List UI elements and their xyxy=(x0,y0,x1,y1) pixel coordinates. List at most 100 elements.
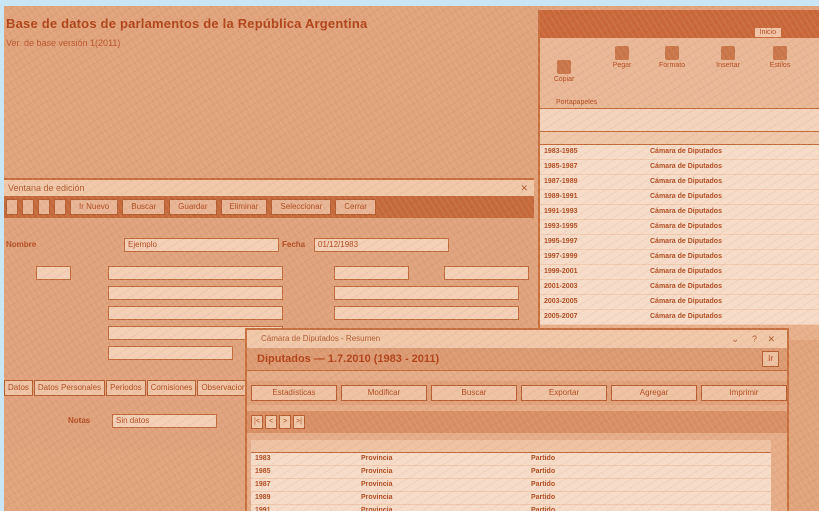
cell-period: 1995-1997 xyxy=(544,238,578,245)
text-field-4[interactable] xyxy=(334,306,519,320)
dialog-nav: |< < > >| xyxy=(247,411,787,433)
dialog-heading-text: Diputados — 1.7.2010 (1983 - 2011) xyxy=(257,353,440,365)
table-row[interactable]: 1993-1995 Cámara de Diputados xyxy=(540,220,819,235)
field-date-label: Fecha xyxy=(282,240,306,249)
notes-label: Notas xyxy=(68,416,91,425)
toolbar-button-save[interactable]: Guardar xyxy=(169,199,217,215)
table-row[interactable]: 1983-1985 Cámara de Diputados xyxy=(540,145,819,160)
stats-button[interactable]: Estadísticas xyxy=(251,385,337,401)
nav-first-icon[interactable]: |< xyxy=(251,415,263,429)
ribbon-copy-button[interactable]: Copiar xyxy=(544,60,584,83)
combo-field-3[interactable] xyxy=(444,266,529,280)
table-row[interactable]: 1987-1989 Cámara de Diputados xyxy=(540,175,819,190)
toolbar-select[interactable]: Seleccionar xyxy=(271,199,332,215)
cell-chamber: Cámara de Diputados xyxy=(650,313,722,320)
ribbon-tab-home[interactable]: Inicio xyxy=(754,28,781,37)
edit-window-titlebar: Ventana de edición ✕ xyxy=(4,180,534,196)
cell-period: 1993-1995 xyxy=(544,223,578,230)
formula-bar[interactable] xyxy=(540,109,819,132)
nav-next-icon[interactable]: > xyxy=(279,415,291,429)
cell-period: 1999-2001 xyxy=(544,268,578,275)
list-item[interactable]: 1983 Provincia Partido xyxy=(251,453,771,466)
cell-period: 1985-1987 xyxy=(544,163,578,170)
ribbon-paste-button[interactable]: Pegar xyxy=(602,46,642,69)
dialog-table: 1983 Provincia Partido 1985 Provincia Partido… xyxy=(251,440,771,511)
text-field-1[interactable] xyxy=(108,286,283,300)
toolbar-button-delete[interactable]: Eliminar xyxy=(220,199,268,215)
ribbon-insert-button[interactable]: Insertar xyxy=(708,46,748,69)
tab-comisiones[interactable]: Comisiones xyxy=(146,380,197,396)
combo-field-1[interactable] xyxy=(108,266,283,280)
add-button[interactable]: Agregar xyxy=(611,385,697,401)
toolbar-button-new[interactable]: Ir Nuevo xyxy=(70,199,119,215)
table-row[interactable]: 1989-1991 Cámara de Diputados xyxy=(540,190,819,205)
help-icon[interactable]: ? xyxy=(752,330,757,348)
minimize-icon[interactable]: ⌄ xyxy=(731,330,739,348)
table-row[interactable]: 2003-2005 Cámara de Diputados xyxy=(540,295,819,310)
table-row[interactable]: 1999-2001 Cámara de Diputados xyxy=(540,265,819,280)
list-cell: Provincia xyxy=(361,468,393,475)
dialog-spacer xyxy=(247,371,787,381)
table-row[interactable]: 1995-1997 Cámara de Diputados xyxy=(540,235,819,250)
list-cell: Provincia xyxy=(361,455,393,462)
list-item[interactable]: 1987 Provincia Partido xyxy=(251,479,771,492)
desktop-background: Base de datos de parlamentos de la Repúb… xyxy=(4,6,819,511)
text-field-2[interactable] xyxy=(334,286,519,300)
list-cell: Partido xyxy=(531,468,556,475)
dialog-table-rows: 1983 Provincia Partido 1985 Provincia Partido… xyxy=(251,453,771,511)
table-row[interactable]: 2005-2007 Cámara de Diputados xyxy=(540,310,819,325)
cell-chamber: Cámara de Diputados xyxy=(650,268,722,275)
first-record-icon[interactable] xyxy=(6,199,18,215)
list-cell: 1987 xyxy=(255,481,271,488)
text-field-3[interactable] xyxy=(108,306,283,320)
list-cell: 1989 xyxy=(255,494,271,501)
list-item[interactable]: 1989 Provincia Partido xyxy=(251,492,771,505)
nav-last-icon[interactable]: >| xyxy=(293,415,305,429)
dialog-heading: Diputados — 1.7.2010 (1983 - 2011) Ir xyxy=(247,348,787,371)
table-row[interactable]: 1991-1993 Cámara de Diputados xyxy=(540,205,819,220)
cell-period: 2003-2005 xyxy=(544,298,578,305)
notes-field[interactable]: Sin datos xyxy=(112,414,217,428)
export-button[interactable]: Exportar xyxy=(521,385,607,401)
cell-period: 2005-2007 xyxy=(544,313,578,320)
id-field[interactable] xyxy=(36,266,71,280)
table-row[interactable]: 1997-1999 Cámara de Diputados xyxy=(540,250,819,265)
nav-prev-icon[interactable]: < xyxy=(265,415,277,429)
cell-chamber: Cámara de Diputados xyxy=(650,298,722,305)
page-title: Base de datos de parlamentos de la Repúb… xyxy=(6,16,368,31)
close-icon[interactable]: ✕ xyxy=(767,330,775,348)
print-button[interactable]: Imprimir xyxy=(701,385,787,401)
table-row[interactable]: 2001-2003 Cámara de Diputados xyxy=(540,280,819,295)
next-record-icon[interactable] xyxy=(38,199,50,215)
cell-chamber: Cámara de Diputados xyxy=(650,178,722,185)
modify-button[interactable]: Modificar xyxy=(341,385,427,401)
toolbar-button-close[interactable]: Cerrar xyxy=(335,199,376,215)
date-field[interactable]: 01/12/1983 xyxy=(314,238,449,252)
ribbon-format-button[interactable]: Formato xyxy=(652,46,692,69)
ribbon-styles-button[interactable]: Estilos xyxy=(760,46,800,69)
edit-window-title: Ventana de edición xyxy=(8,183,85,193)
cell-chamber: Cámara de Diputados xyxy=(650,193,722,200)
search-button[interactable]: Buscar xyxy=(431,385,517,401)
name-field[interactable]: Ejemplo xyxy=(124,238,279,252)
combo-field-2[interactable] xyxy=(334,266,409,280)
list-item[interactable]: 1991 Provincia Partido xyxy=(251,505,771,511)
dialog-go-button[interactable]: Ir xyxy=(762,351,779,367)
cell-chamber: Cámara de Diputados xyxy=(650,253,722,260)
tab-datos[interactable]: Datos xyxy=(4,380,33,396)
prev-record-icon[interactable] xyxy=(22,199,34,215)
table-row[interactable]: 1985-1987 Cámara de Diputados xyxy=(540,160,819,175)
tab-datos-personales[interactable]: Datos Personales xyxy=(33,380,106,396)
last-record-icon[interactable] xyxy=(54,199,66,215)
list-item[interactable]: 1985 Provincia Partido xyxy=(251,466,771,479)
list-cell: Provincia xyxy=(361,507,393,511)
dialog-table-header xyxy=(251,440,771,453)
cell-period: 1991-1993 xyxy=(544,208,578,215)
tab-periodos[interactable]: Periodos xyxy=(106,380,146,396)
cell-chamber: Cámara de Diputados xyxy=(650,283,722,290)
cell-chamber: Cámara de Diputados xyxy=(650,223,722,230)
close-icon[interactable]: ✕ xyxy=(520,180,528,196)
cell-period: 2001-2003 xyxy=(544,283,578,290)
text-field-6[interactable] xyxy=(108,346,233,360)
toolbar-button-search[interactable]: Buscar xyxy=(122,199,166,215)
